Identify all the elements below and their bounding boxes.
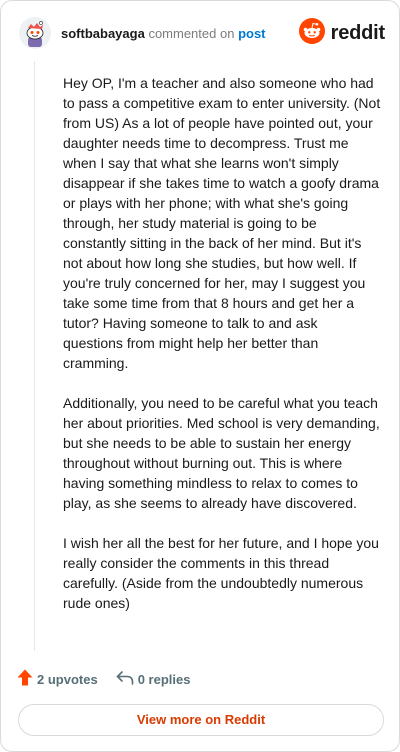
embed-card: softbabayaga commented on post reddit He… [0,0,400,752]
comment-body: Hey OP, I'm a teacher and also someone w… [63,73,381,633]
comment-paragraph: Additionally, you need to be careful wha… [63,395,380,511]
thread-line [34,61,35,651]
view-more-button[interactable]: View more on Reddit [18,704,384,736]
snoo-avatar-icon[interactable] [19,17,51,49]
reddit-wordmark: reddit [330,21,386,44]
comment-actions: 2 upvotes 0 replies [17,669,190,689]
reddit-logo-icon [298,17,325,49]
reply-arrow-icon [116,670,134,689]
comment-header: softbabayaga commented on post reddit [17,17,385,53]
upvote-button[interactable]: 2 upvotes [17,669,98,689]
action-text: commented on [148,26,235,41]
comment-paragraph: Hey OP, I'm a teacher and also someone w… [63,75,381,371]
post-link[interactable]: post [238,26,265,41]
upvote-count: 2 upvotes [37,671,98,687]
username[interactable]: softbabayaga [61,26,145,41]
upvote-arrow-icon [17,669,33,689]
comment-meta: softbabayaga commented on post [61,25,266,43]
comment-paragraph: I wish her all the best for her future, … [63,535,379,611]
reddit-brand[interactable]: reddit [298,17,386,49]
reply-count: 0 replies [137,671,191,687]
replies-button[interactable]: 0 replies [116,670,191,689]
